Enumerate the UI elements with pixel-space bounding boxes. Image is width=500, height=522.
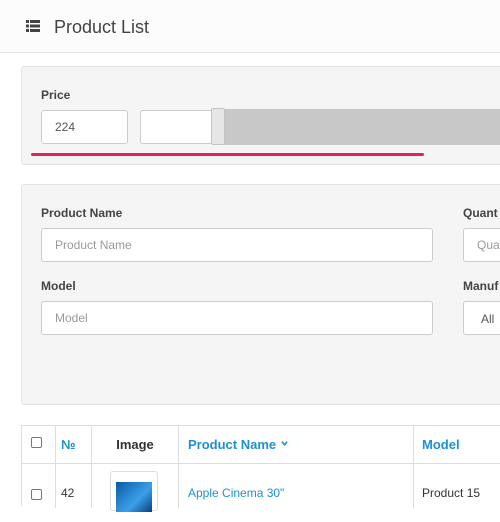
quantity-label: Quant bbox=[463, 206, 498, 220]
list-icon bbox=[26, 20, 40, 32]
model-input[interactable] bbox=[41, 301, 433, 335]
price-label: Price bbox=[41, 88, 71, 102]
column-header-product-name[interactable]: Product Name bbox=[179, 426, 414, 464]
product-table: № Image Product Name Model 42 Apple Cine… bbox=[21, 425, 500, 508]
column-header-model-label: Model bbox=[422, 437, 460, 452]
select-all-header bbox=[22, 426, 56, 464]
price-max-input[interactable] bbox=[140, 110, 220, 144]
column-header-model[interactable]: Model bbox=[414, 426, 500, 464]
row-number-cell: 42 bbox=[56, 464, 92, 508]
row-checkbox[interactable] bbox=[31, 489, 42, 500]
select-all-checkbox[interactable] bbox=[31, 437, 42, 448]
column-header-product-name-label: Product Name bbox=[188, 437, 277, 452]
row-number: 42 bbox=[61, 486, 75, 500]
monitor-image bbox=[116, 482, 152, 512]
product-thumbnail[interactable] bbox=[110, 471, 158, 512]
column-header-image: Image bbox=[92, 426, 179, 464]
price-slider-handle[interactable] bbox=[211, 108, 225, 145]
chevron-down-icon bbox=[281, 441, 288, 447]
quantity-input[interactable] bbox=[463, 228, 500, 262]
column-header-number-label: № bbox=[61, 437, 76, 452]
column-header-image-label: Image bbox=[116, 437, 154, 452]
price-slider-track[interactable] bbox=[219, 109, 500, 145]
page-header: Product List bbox=[0, 0, 500, 53]
manufacturer-select[interactable]: All bbox=[463, 301, 500, 335]
column-header-number[interactable]: № bbox=[56, 426, 92, 464]
table-row-checkbox-cell bbox=[22, 464, 56, 508]
product-name-label: Product Name bbox=[41, 206, 123, 220]
highlight-underline bbox=[31, 153, 424, 156]
row-model: Product 15 bbox=[422, 486, 481, 500]
row-model-cell: Product 15 bbox=[414, 464, 500, 508]
row-product-name-link[interactable]: Apple Cinema 30" bbox=[188, 486, 284, 500]
manufacturer-label: Manuf bbox=[463, 279, 499, 293]
model-label: Model bbox=[41, 279, 76, 293]
price-min-input[interactable] bbox=[41, 110, 128, 144]
page-title: Product List bbox=[54, 17, 150, 37]
manufacturer-select-value: All bbox=[481, 312, 495, 326]
row-product-name-cell: Apple Cinema 30" bbox=[179, 464, 414, 508]
product-name-input[interactable] bbox=[41, 228, 433, 262]
